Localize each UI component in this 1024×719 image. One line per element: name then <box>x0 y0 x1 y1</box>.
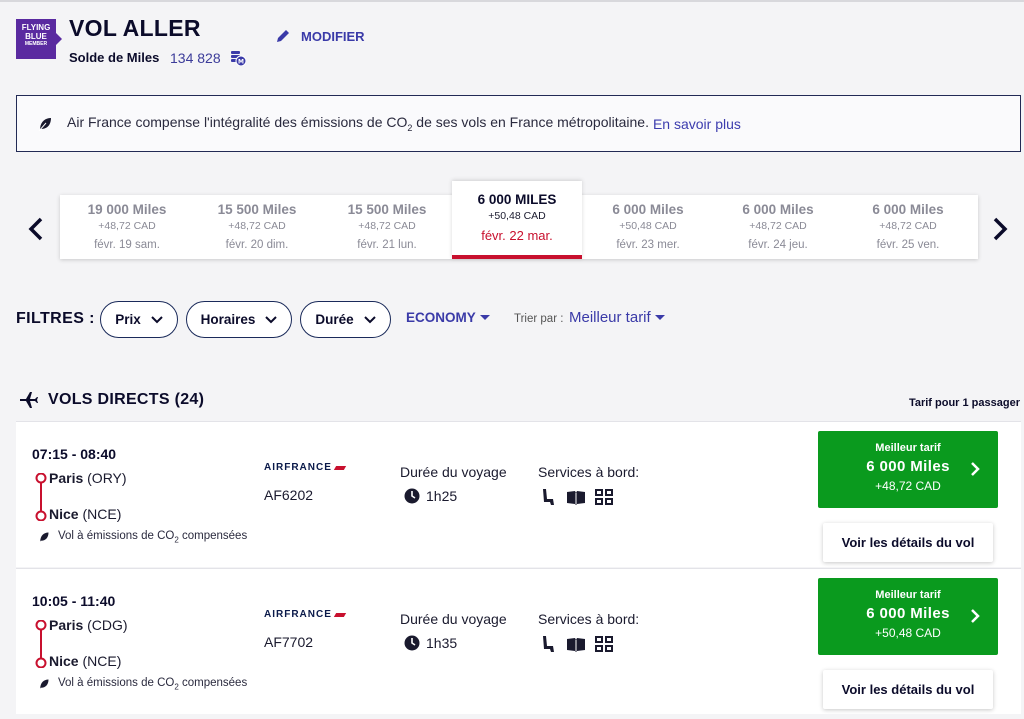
flight-number: AF6202 <box>264 487 314 503</box>
leaf-icon <box>40 679 49 689</box>
modify-button[interactable]: MODIFIER <box>275 28 365 44</box>
date-option-19[interactable]: 19 000 Miles +48,72 CAD févr. 19 sam. <box>62 195 192 259</box>
clock-icon <box>404 488 420 504</box>
air-france-logo: AIRFRANCE <box>264 609 347 620</box>
leaf-icon <box>38 117 51 131</box>
page-title: VOL ALLER <box>69 15 201 41</box>
caret-down-icon <box>654 315 665 320</box>
logo-line1: FLYING <box>21 23 51 32</box>
miles-coins-icon: M <box>231 51 246 66</box>
direct-flights-heading: VOLS DIRECTS (24) <box>18 390 204 410</box>
flying-blue-logo: FLYING BLUE MEMBER <box>16 19 62 59</box>
chevron-right-icon <box>971 462 980 476</box>
date-option-23[interactable]: 6 000 Miles +50,48 CAD févr. 23 mer. <box>583 195 713 259</box>
top-divider <box>0 0 1024 2</box>
chevron-down-icon <box>363 315 376 323</box>
seat-icon <box>543 489 554 505</box>
cabin-class-dropdown[interactable]: ECONOMY <box>406 310 490 325</box>
leaf-icon <box>40 532 49 542</box>
entertainment-icon <box>595 489 613 505</box>
best-fare-button[interactable]: Meilleur tarif 6 000 Miles +48,72 CAD <box>818 431 998 508</box>
duration-label: Durée du voyage <box>400 611 507 627</box>
chevron-down-icon <box>265 315 278 323</box>
best-fare-button[interactable]: Meilleur tarif 6 000 Miles +50,48 CAD <box>818 578 998 655</box>
next-dates-arrow-icon[interactable] <box>990 216 1010 242</box>
arrival-city: Nice (NCE) <box>49 506 122 522</box>
entertainment-icon <box>595 636 613 652</box>
chevron-right-icon <box>971 609 980 623</box>
seat-icon <box>543 636 554 652</box>
banner-text: Air France compense l'intégralité des ém… <box>67 114 649 133</box>
duration-label: Durée du voyage <box>400 464 507 480</box>
departure-city: Paris (ORY) <box>49 470 127 486</box>
duration-value: 1h35 <box>404 635 457 651</box>
fare-per-passenger-note: Tarif pour 1 passager <box>908 397 1020 409</box>
chevron-down-icon <box>151 315 163 323</box>
duration-filter-button[interactable]: Durée <box>300 301 391 338</box>
logo-line2: BLUE <box>25 32 47 41</box>
flight-card: 07:15 - 08:40 Paris (ORY) Nice (NCE) Vol… <box>16 421 1021 567</box>
date-option-20[interactable]: 15 500 Miles +48,72 CAD févr. 20 dim. <box>192 195 322 259</box>
svg-text:M: M <box>238 59 244 66</box>
magazine-icon <box>567 491 585 505</box>
date-option-25[interactable]: 6 000 Miles +48,72 CAD févr. 25 ven. <box>843 195 973 259</box>
pencil-icon <box>277 30 289 42</box>
flight-number: AF7702 <box>264 634 314 650</box>
logo-line3: MEMBER <box>24 41 48 47</box>
duration-value: 1h25 <box>404 488 457 504</box>
date-option-22-selected[interactable]: 6 000 MILES +50,48 CAD févr. 22 mar. <box>452 181 582 259</box>
air-france-logo: AIRFRANCE <box>264 462 347 473</box>
magazine-icon <box>567 638 585 652</box>
sort-dropdown[interactable]: Meilleur tarif <box>569 309 665 326</box>
date-selector: 19 000 Miles +48,72 CAD févr. 19 sam. 15… <box>60 181 978 259</box>
co2-info-banner: Air France compense l'intégralité des ém… <box>16 95 1021 152</box>
previous-dates-arrow-icon[interactable] <box>26 216 46 242</box>
onboard-services <box>538 635 614 653</box>
sort-label: Trier par : <box>514 313 564 325</box>
co2-compensated-note: Vol à émissions de CO2 compensées <box>38 530 247 544</box>
date-option-24[interactable]: 6 000 Miles +48,72 CAD févr. 24 jeu. <box>713 195 843 259</box>
onboard-services <box>538 488 614 506</box>
schedule-filter-button[interactable]: Horaires <box>186 301 292 338</box>
route-line-icon <box>35 473 47 521</box>
flight-times: 07:15 - 08:40 <box>32 446 117 462</box>
flight-times: 10:05 - 11:40 <box>32 593 116 609</box>
date-option-21[interactable]: 15 500 Miles +48,72 CAD févr. 21 lun. <box>322 195 452 259</box>
services-label: Services à bord: <box>538 464 640 480</box>
services-label: Services à bord: <box>538 611 640 627</box>
clock-icon <box>404 635 420 651</box>
modify-label: MODIFIER <box>301 28 365 44</box>
arrival-city: Nice (NCE) <box>49 653 122 669</box>
miles-balance-label: Solde de Miles <box>69 50 160 65</box>
co2-compensated-note: Vol à émissions de CO2 compensées <box>38 677 247 691</box>
flight-details-button[interactable]: Voir les détails du vol <box>823 523 993 562</box>
filters-label: FILTRES : <box>16 310 95 327</box>
airplane-icon <box>20 392 38 408</box>
learn-more-link[interactable]: En savoir plus <box>653 116 741 132</box>
miles-balance-value: 134 828 <box>170 50 221 66</box>
flight-details-button[interactable]: Voir les détails du vol <box>823 670 993 709</box>
departure-city: Paris (CDG) <box>49 617 128 633</box>
price-filter-button[interactable]: Prix <box>100 301 178 338</box>
route-line-icon <box>35 620 47 668</box>
flight-card: 10:05 - 11:40 Paris (CDG) Nice (NCE) Vol… <box>16 568 1021 714</box>
caret-down-icon <box>479 315 490 320</box>
